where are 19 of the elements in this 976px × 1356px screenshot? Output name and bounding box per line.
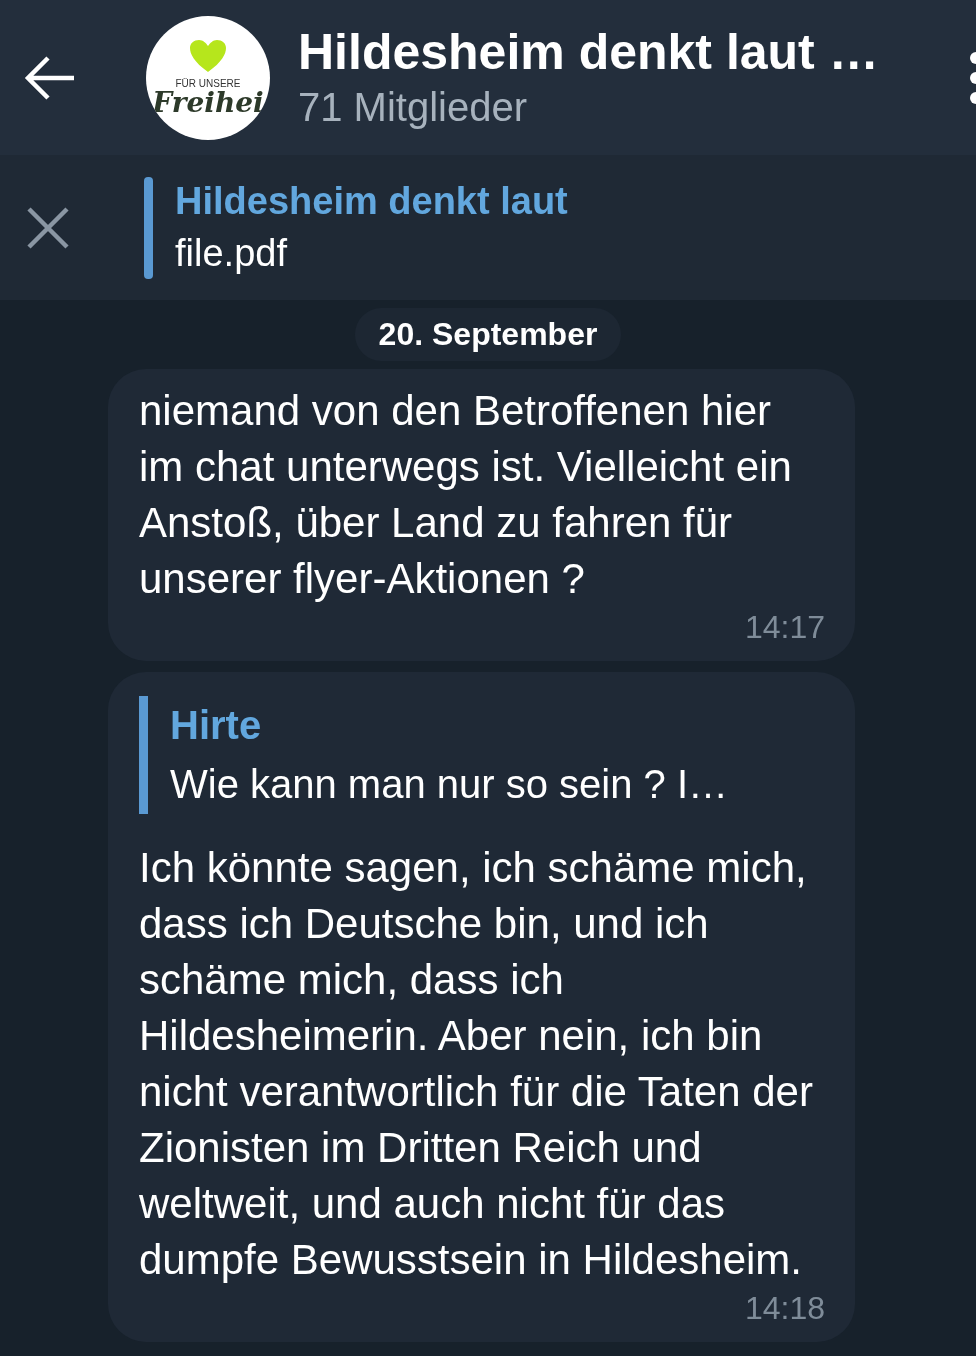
pinned-bar[interactable]: Hildesheim denkt laut file.pdf xyxy=(0,155,976,300)
member-count: 71 Mitglieder xyxy=(298,83,528,131)
chat-title: Hildesheim denkt laut … xyxy=(298,22,880,81)
reply-quote[interactable]: Hirte Wie kann man nur so sein ? I… xyxy=(139,696,825,814)
message-text: Ich könnte sagen, ich schäme mich, dass ich Deutsche bin, und ich schäme mich, dass ich Hildesheimerin. Aber nein, ich bin nicht verantwortlich für die Taten der Zionisten im Dritten Reich und weltweit, und auch nicht für das dumpfe Bewusstsein in Hildesheim. xyxy=(139,843,814,1285)
message-time: 14:17 xyxy=(744,609,825,645)
pinned-text: file.pdf xyxy=(175,230,288,276)
message-text: niemand von den Betroffenen hier im chat unterwegs ist. Vielleicht ein Anstoß, über Land zu fahren für unserer flyer-Aktionen ? xyxy=(139,386,793,604)
close-icon[interactable] xyxy=(27,206,69,249)
reply-author: Hirte xyxy=(170,702,263,749)
avatar-text: Freihei xyxy=(152,89,264,117)
heart-icon xyxy=(188,38,228,74)
date-label: 20. September xyxy=(354,308,622,361)
back-arrow-icon[interactable] xyxy=(24,55,76,100)
reply-text: Wie kann man nur so sein ? I… xyxy=(170,761,730,808)
message-time: 14:18 xyxy=(744,1290,825,1326)
avatar-text: FÜR UNSERE xyxy=(175,78,241,89)
group-avatar[interactable]: FÜR UNSERE Freihei xyxy=(146,15,270,140)
pinned-title: Hildesheim denkt laut xyxy=(175,178,568,224)
